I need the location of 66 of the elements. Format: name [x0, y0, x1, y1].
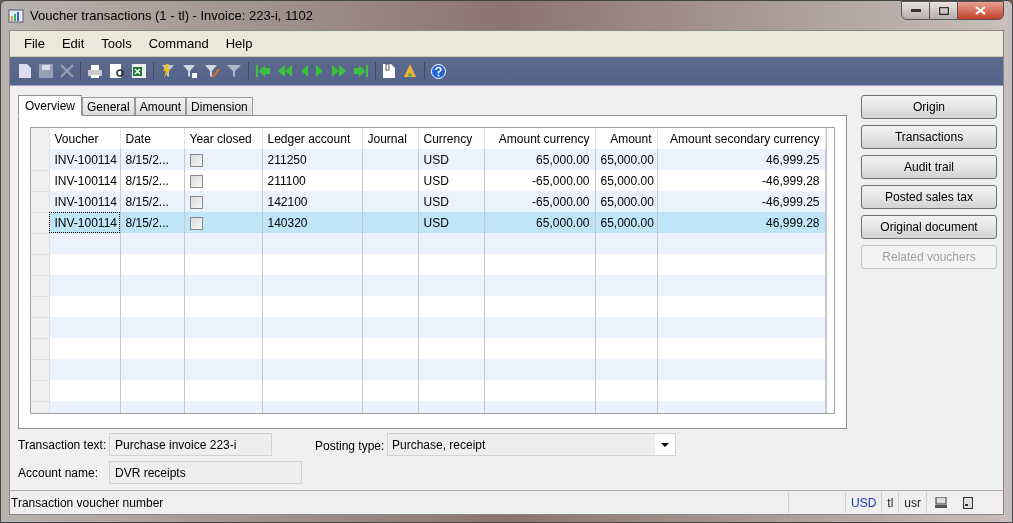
last-record-icon[interactable]	[353, 64, 369, 78]
checkbox[interactable]	[189, 216, 203, 230]
company-indicator: tl	[886, 494, 895, 512]
minimize-icon	[910, 8, 921, 13]
menu-item[interactable]: Help	[217, 32, 261, 55]
menu-item[interactable]: Command	[140, 32, 217, 55]
tab[interactable]: Dimension	[186, 97, 253, 115]
previous-page-icon[interactable]	[277, 64, 293, 78]
column-header[interactable]: Amount currency	[484, 128, 595, 149]
action-button[interactable]: Origin	[861, 95, 997, 119]
minimize-button[interactable]	[901, 1, 930, 20]
print-preview-icon[interactable]	[109, 63, 125, 79]
action-button[interactable]: Transactions	[861, 125, 997, 149]
lightning-filter-icon[interactable]	[160, 63, 176, 79]
column-header[interactable]: Date	[120, 128, 184, 149]
field-label: Transaction text:	[18, 436, 108, 454]
maximize-icon	[938, 6, 949, 15]
dropdown-arrow-icon	[661, 442, 669, 447]
column-header[interactable]: Amount secondary currency	[657, 128, 825, 149]
action-button[interactable]: Posted sales tax	[861, 185, 997, 209]
checkbox[interactable]	[189, 174, 203, 188]
maximize-button[interactable]	[930, 1, 957, 20]
attachment-icon[interactable]	[382, 63, 396, 79]
transaction-text-field[interactable]: Purchase invoice 223-i	[109, 433, 272, 456]
column-header[interactable]: Journal	[362, 128, 418, 149]
window-title: Voucher transactions (1 - tl) - Invoice: 223-i, 1102	[30, 6, 313, 25]
app-icon	[8, 7, 24, 24]
tab[interactable]: Overview	[18, 95, 82, 116]
field-label: Account name:	[18, 464, 100, 482]
column-header[interactable]: Voucher	[49, 128, 120, 149]
account-name-field[interactable]: DVR receipts	[109, 461, 302, 484]
menu-item[interactable]: Tools	[93, 32, 140, 55]
database-icon	[963, 496, 973, 509]
user-indicator: usr	[903, 494, 922, 512]
new-document-icon[interactable]	[18, 63, 32, 79]
filter-edit-icon[interactable]	[204, 63, 220, 79]
print-icon[interactable]	[87, 63, 103, 79]
menu-item[interactable]: File	[16, 32, 53, 55]
column-header[interactable]: Year closed	[184, 128, 262, 149]
column-header[interactable]: Currency	[418, 128, 484, 149]
column-header[interactable]: Ledger account	[262, 128, 362, 149]
tab[interactable]: Amount	[134, 97, 187, 115]
delete-icon[interactable]	[60, 64, 74, 78]
next-record-icon[interactable]	[315, 64, 325, 78]
posting-type-dropdown[interactable]: Purchase, receipt	[387, 433, 676, 456]
save-icon[interactable]	[38, 63, 54, 79]
filter-icon[interactable]	[182, 63, 198, 79]
filter-icon[interactable]	[226, 63, 242, 79]
checkbox[interactable]	[189, 195, 203, 209]
action-button[interactable]: Original document	[861, 215, 997, 239]
status-text: Transaction voucher number	[10, 494, 165, 512]
checkbox[interactable]	[189, 153, 203, 167]
close-button[interactable]	[957, 1, 1004, 20]
help-icon[interactable]	[431, 63, 446, 79]
spreadsheet-icon[interactable]	[131, 63, 147, 79]
field-label: Posting type:	[315, 438, 386, 455]
column-header[interactable]: Amount	[595, 128, 657, 149]
first-record-icon[interactable]	[255, 64, 271, 78]
next-page-icon[interactable]	[331, 64, 347, 78]
currency-indicator: USD	[850, 494, 878, 512]
computer-icon	[935, 497, 947, 508]
tab[interactable]: General	[82, 97, 135, 115]
close-icon	[975, 6, 986, 15]
previous-record-icon[interactable]	[299, 64, 309, 78]
menu-item[interactable]: Edit	[53, 32, 93, 55]
action-button[interactable]: Audit trail	[861, 155, 997, 179]
